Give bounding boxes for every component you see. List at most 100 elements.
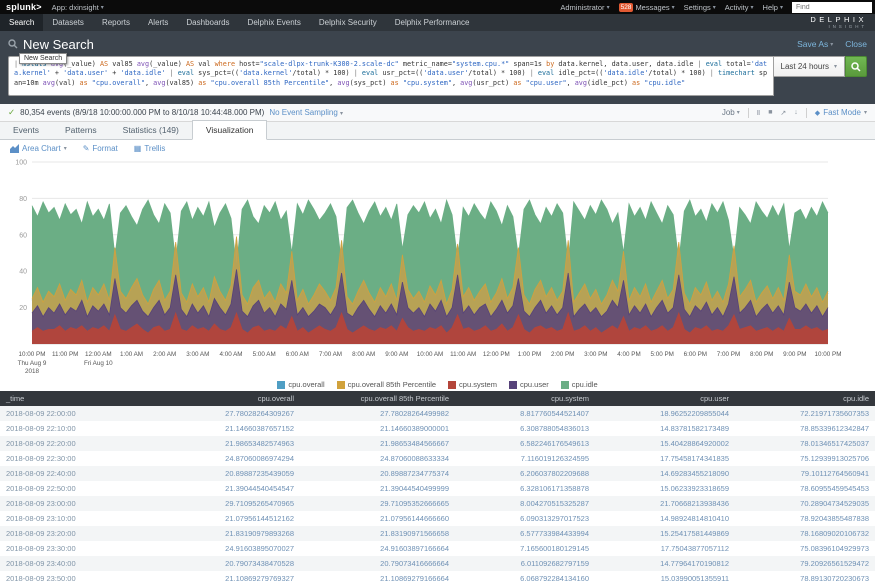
value-cell[interactable]: 72.21971735607353 xyxy=(735,406,875,421)
value-cell[interactable]: 78.89130720230673 xyxy=(735,571,875,586)
column-header[interactable]: cpu.user xyxy=(595,391,735,406)
value-cell[interactable]: 6.011092682797159 xyxy=(455,556,595,571)
activity-menu[interactable]: Activity ▾ xyxy=(725,3,754,12)
value-cell[interactable]: 7.165600180129145 xyxy=(455,541,595,556)
value-cell[interactable]: 78.16809020106732 xyxy=(735,526,875,541)
value-cell[interactable]: 20.79073438470528 xyxy=(170,556,300,571)
value-cell[interactable]: 15.25417581449869 xyxy=(595,526,735,541)
value-cell[interactable]: 6.068792284134160 xyxy=(455,571,595,586)
value-cell[interactable]: 17.75043877057112 xyxy=(595,541,735,556)
app-menu[interactable]: App: dxinsight ▾ xyxy=(52,3,104,12)
format-button[interactable]: ✎ Format xyxy=(83,144,118,153)
time-cell[interactable]: 2018-08-09 23:40:00 xyxy=(0,556,170,571)
time-cell[interactable]: 2018-08-09 22:10:00 xyxy=(0,421,170,436)
value-cell[interactable]: 15.06233923318659 xyxy=(595,481,735,496)
legend-item[interactable]: cpu.user xyxy=(509,380,549,389)
trellis-button[interactable]: ▦ Trellis xyxy=(134,144,166,153)
value-cell[interactable]: 6.308788054836013 xyxy=(455,421,595,436)
value-cell[interactable]: 7.116019126324595 xyxy=(455,451,595,466)
value-cell[interactable]: 21.07956144666660 xyxy=(300,511,455,526)
value-cell[interactable]: 14.77964170190812 xyxy=(595,556,735,571)
nav-item-dashboards[interactable]: Dashboards xyxy=(177,14,238,31)
value-cell[interactable]: 18.96252209855044 xyxy=(595,406,735,421)
close-button[interactable]: Close xyxy=(845,39,867,49)
value-cell[interactable]: 17.75458174341835 xyxy=(595,451,735,466)
value-cell[interactable]: 21.10869279166664 xyxy=(300,571,455,586)
time-cell[interactable]: 2018-08-09 23:00:00 xyxy=(0,496,170,511)
value-cell[interactable]: 78.01346517425037 xyxy=(735,436,875,451)
search-submit-button[interactable] xyxy=(845,56,867,77)
value-cell[interactable]: 14.83781582173489 xyxy=(595,421,735,436)
value-cell[interactable]: 78.85339612342847 xyxy=(735,421,875,436)
splunk-logo[interactable]: splunk> xyxy=(6,2,42,12)
value-cell[interactable]: 8.817760544521407 xyxy=(455,406,595,421)
legend-item[interactable]: cpu.overall xyxy=(277,380,324,389)
area-chart-svg[interactable]: 2040608010010:00 PM11:00 PM12:00 AM1:00 … xyxy=(8,158,867,378)
legend-item[interactable]: cpu.system xyxy=(448,380,497,389)
help-menu[interactable]: Help ▾ xyxy=(763,3,783,12)
value-cell[interactable]: 24.87060086974294 xyxy=(170,451,300,466)
time-cell[interactable]: 2018-08-09 22:50:00 xyxy=(0,481,170,496)
value-cell[interactable]: 15.40428864920002 xyxy=(595,436,735,451)
value-cell[interactable]: 21.39044540499999 xyxy=(300,481,455,496)
save-as-button[interactable]: Save As ▾ xyxy=(797,39,833,49)
value-cell[interactable]: 79.10112764560941 xyxy=(735,466,875,481)
settings-menu[interactable]: Settings ▾ xyxy=(684,3,716,12)
value-cell[interactable]: 21.98653484566667 xyxy=(300,436,455,451)
value-cell[interactable]: 21.98653482574963 xyxy=(170,436,300,451)
time-cell[interactable]: 2018-08-09 23:30:00 xyxy=(0,541,170,556)
value-cell[interactable]: 6.206037802209688 xyxy=(455,466,595,481)
value-cell[interactable]: 29.71095352666665 xyxy=(300,496,455,511)
value-cell[interactable]: 20.89887235439059 xyxy=(170,466,300,481)
value-cell[interactable]: 21.83190971566658 xyxy=(300,526,455,541)
value-cell[interactable]: 8.004270515325287 xyxy=(455,496,595,511)
value-cell[interactable]: 70.28904734529035 xyxy=(735,496,875,511)
value-cell[interactable]: 24.91603895070027 xyxy=(170,541,300,556)
time-cell[interactable]: 2018-08-09 23:10:00 xyxy=(0,511,170,526)
value-cell[interactable]: 24.91603897166664 xyxy=(300,541,455,556)
value-cell[interactable]: 79.20926561529472 xyxy=(735,556,875,571)
time-range-picker[interactable]: Last 24 hours ▾ xyxy=(774,56,846,77)
messages-menu[interactable]: 528 Messages ▾ xyxy=(619,3,675,12)
legend-item[interactable]: cpu.overall 85th Percentile xyxy=(337,380,436,389)
value-cell[interactable]: 21.10869279769327 xyxy=(170,571,300,586)
value-cell[interactable]: 21.70668213938436 xyxy=(595,496,735,511)
nav-item-delphix-events[interactable]: Delphix Events xyxy=(239,14,310,31)
value-cell[interactable]: 15.03990051355911 xyxy=(595,571,735,586)
export-button[interactable]: ↓ xyxy=(794,109,798,116)
value-cell[interactable]: 21.14660389000001 xyxy=(300,421,455,436)
find-input[interactable] xyxy=(792,2,872,13)
time-cell[interactable]: 2018-08-09 22:30:00 xyxy=(0,451,170,466)
time-cell[interactable]: 2018-08-09 23:50:00 xyxy=(0,571,170,586)
value-cell[interactable]: 14.98924814810410 xyxy=(595,511,735,526)
value-cell[interactable]: 21.39044540454547 xyxy=(170,481,300,496)
value-cell[interactable]: 75.12939913025706 xyxy=(735,451,875,466)
column-header[interactable]: cpu.overall 85th Percentile xyxy=(300,391,455,406)
event-sampling-menu[interactable]: No Event Sampling ▾ xyxy=(269,108,343,117)
value-cell[interactable]: 21.14660387657152 xyxy=(170,421,300,436)
pause-job-button[interactable]: Ⅱ xyxy=(757,109,760,117)
value-cell[interactable]: 21.07956144512162 xyxy=(170,511,300,526)
time-cell[interactable]: 2018-08-09 22:40:00 xyxy=(0,466,170,481)
column-header[interactable]: cpu.overall xyxy=(170,391,300,406)
time-cell[interactable]: 2018-08-09 22:20:00 xyxy=(0,436,170,451)
value-cell[interactable]: 14.69283455218090 xyxy=(595,466,735,481)
nav-item-delphix-security[interactable]: Delphix Security xyxy=(310,14,386,31)
time-cell[interactable]: 2018-08-09 23:20:00 xyxy=(0,526,170,541)
column-header[interactable]: cpu.system xyxy=(455,391,595,406)
value-cell[interactable]: 78.92043855487838 xyxy=(735,511,875,526)
value-cell[interactable]: 29.71095265470965 xyxy=(170,496,300,511)
value-cell[interactable]: 6.328106171358878 xyxy=(455,481,595,496)
value-cell[interactable]: 27.78028264309267 xyxy=(170,406,300,421)
share-job-button[interactable]: ↗ xyxy=(780,109,786,117)
value-cell[interactable]: 6.090313297017523 xyxy=(455,511,595,526)
nav-item-datasets[interactable]: Datasets xyxy=(43,14,93,31)
value-cell[interactable]: 21.83190979893268 xyxy=(170,526,300,541)
administrator-menu[interactable]: Administrator ▾ xyxy=(560,3,609,12)
column-header[interactable]: cpu.idle xyxy=(735,391,875,406)
column-header[interactable]: _time xyxy=(0,391,170,406)
value-cell[interactable]: 24.87060088633334 xyxy=(300,451,455,466)
nav-item-reports[interactable]: Reports xyxy=(93,14,139,31)
tab-events[interactable]: Events xyxy=(0,121,52,139)
tab-patterns[interactable]: Patterns xyxy=(52,121,110,139)
